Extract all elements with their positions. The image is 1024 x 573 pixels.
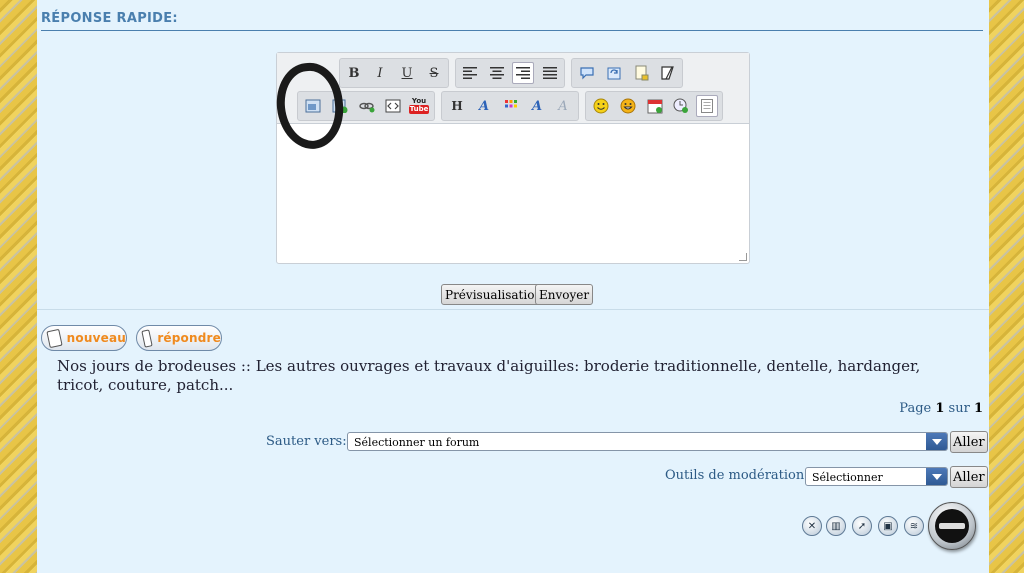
note-icon[interactable] xyxy=(630,62,652,84)
insert-group xyxy=(571,58,683,88)
reply-button[interactable]: répondre xyxy=(136,325,222,351)
moderation-select[interactable]: Sélectionner xyxy=(805,467,948,486)
align-center-icon[interactable] xyxy=(486,62,508,84)
emoji-icon[interactable] xyxy=(617,95,639,117)
resize-handle[interactable] xyxy=(739,253,747,261)
heading-icon[interactable]: H xyxy=(446,95,468,117)
code-icon[interactable] xyxy=(382,95,404,117)
underline-icon[interactable]: U xyxy=(396,62,418,84)
align-justify-icon[interactable] xyxy=(539,62,561,84)
section-title: RÉPONSE RAPIDE: xyxy=(41,11,178,26)
jump-go-button[interactable]: Aller xyxy=(950,431,988,453)
message-textarea[interactable] xyxy=(277,124,749,263)
pagination-total: 1 xyxy=(973,401,983,416)
format-group: B I U S xyxy=(339,58,449,88)
align-left-icon[interactable] xyxy=(459,62,481,84)
strikethrough-icon[interactable]: S xyxy=(423,62,445,84)
link-icon[interactable] xyxy=(356,95,378,117)
scroll-top-button[interactable] xyxy=(928,502,976,550)
time-icon[interactable] xyxy=(670,95,692,117)
pagination-sep: sur xyxy=(948,401,970,416)
align-right-icon[interactable] xyxy=(512,62,534,84)
source-icon[interactable] xyxy=(696,95,718,117)
trash-icon[interactable]: ▥ xyxy=(826,516,846,536)
rich-text-editor: B I U S You Tube H A A A xyxy=(272,52,750,264)
split-icon[interactable]: ≋ xyxy=(904,516,924,536)
breadcrumb[interactable]: Nos jours de brodeuses :: Les autres ouv… xyxy=(57,357,957,395)
alignment-group xyxy=(455,58,565,88)
editor-toolbar: B I U S You Tube H A A A xyxy=(277,53,749,124)
font-icon[interactable]: A xyxy=(473,95,495,117)
delete-icon[interactable]: ✕ xyxy=(802,516,822,536)
right-decorative-border xyxy=(989,0,1024,573)
pagination-current: 1 xyxy=(935,401,945,416)
move-icon[interactable]: ➚ xyxy=(852,516,872,536)
preview-button[interactable]: Prévisualisation xyxy=(441,284,547,305)
font-style-icon[interactable]: A xyxy=(526,95,548,117)
new-topic-label: nouveau xyxy=(66,331,126,345)
quote-icon[interactable] xyxy=(576,62,598,84)
text-style-group: H A A A xyxy=(441,91,579,121)
smiley-icon[interactable] xyxy=(590,95,612,117)
lock-icon[interactable]: ▣ xyxy=(878,516,898,536)
document-icon xyxy=(46,328,63,348)
refresh-icon[interactable] xyxy=(603,62,625,84)
reply-label: répondre xyxy=(157,331,221,345)
youtube-logo-top: You xyxy=(411,97,427,105)
moderation-select-value: Sélectionner xyxy=(812,471,883,484)
youtube-logo-bottom: Tube xyxy=(408,105,430,114)
jump-label: Sauter vers: xyxy=(266,434,347,449)
forum-select[interactable]: Sélectionner un forum xyxy=(347,432,948,451)
pagination: Page 1 sur 1 xyxy=(899,401,983,416)
color-icon[interactable] xyxy=(500,95,522,117)
date-icon[interactable] xyxy=(644,95,666,117)
document-icon xyxy=(141,328,153,348)
youtube-icon[interactable]: You Tube xyxy=(408,95,430,117)
section-divider xyxy=(37,309,989,310)
chevron-down-icon xyxy=(926,433,947,450)
italic-icon[interactable]: I xyxy=(369,62,391,84)
quick-reply-panel: RÉPONSE RAPIDE: B I U S You Tube H A A A… xyxy=(37,0,989,573)
send-button[interactable]: Envoyer xyxy=(535,284,594,305)
new-topic-button[interactable]: nouveau xyxy=(41,325,127,351)
forum-select-value: Sélectionner un forum xyxy=(354,436,480,449)
moderation-label: Outils de modération: xyxy=(665,468,809,483)
title-divider xyxy=(41,30,983,31)
remove-format-icon[interactable]: A xyxy=(552,95,574,117)
emote-group xyxy=(585,91,723,121)
pagination-prefix: Page xyxy=(899,401,932,416)
chevron-down-icon xyxy=(926,468,947,485)
left-decorative-border xyxy=(0,0,37,573)
eraser-icon[interactable] xyxy=(656,62,678,84)
moderation-go-button[interactable]: Aller xyxy=(950,466,988,488)
bold-icon[interactable]: B xyxy=(343,62,365,84)
